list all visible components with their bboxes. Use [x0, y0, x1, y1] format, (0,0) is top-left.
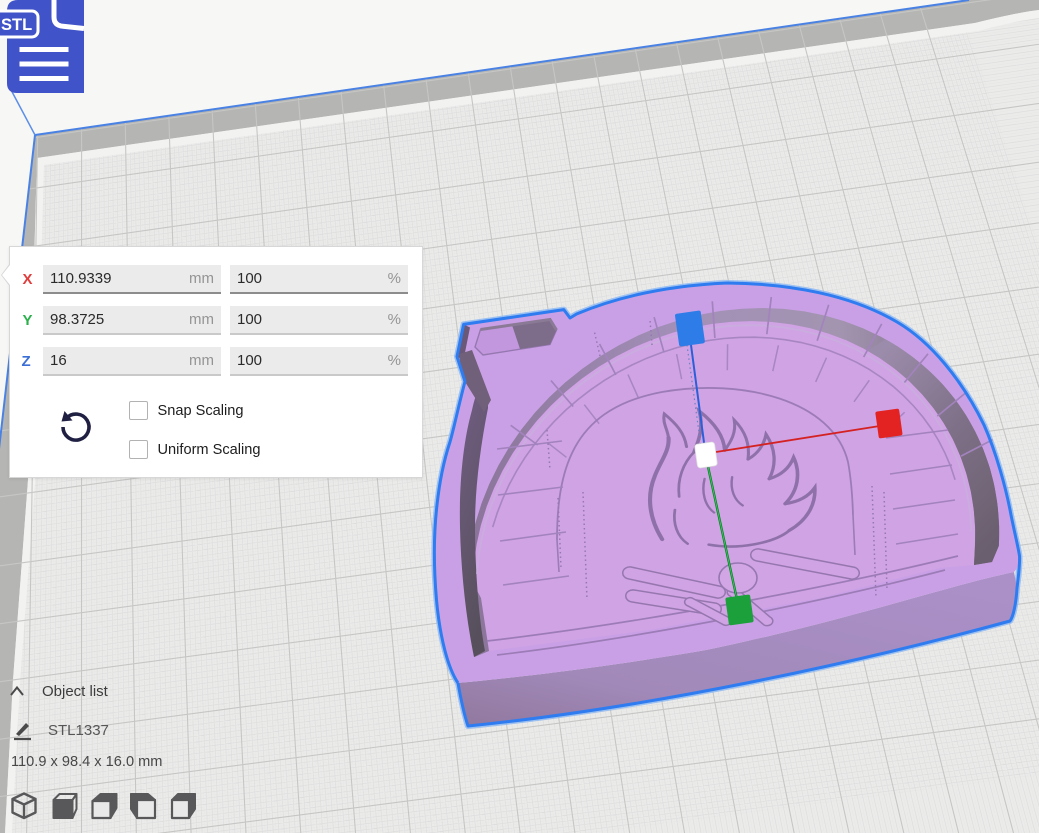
svg-text:STL: STL [1, 16, 32, 34]
